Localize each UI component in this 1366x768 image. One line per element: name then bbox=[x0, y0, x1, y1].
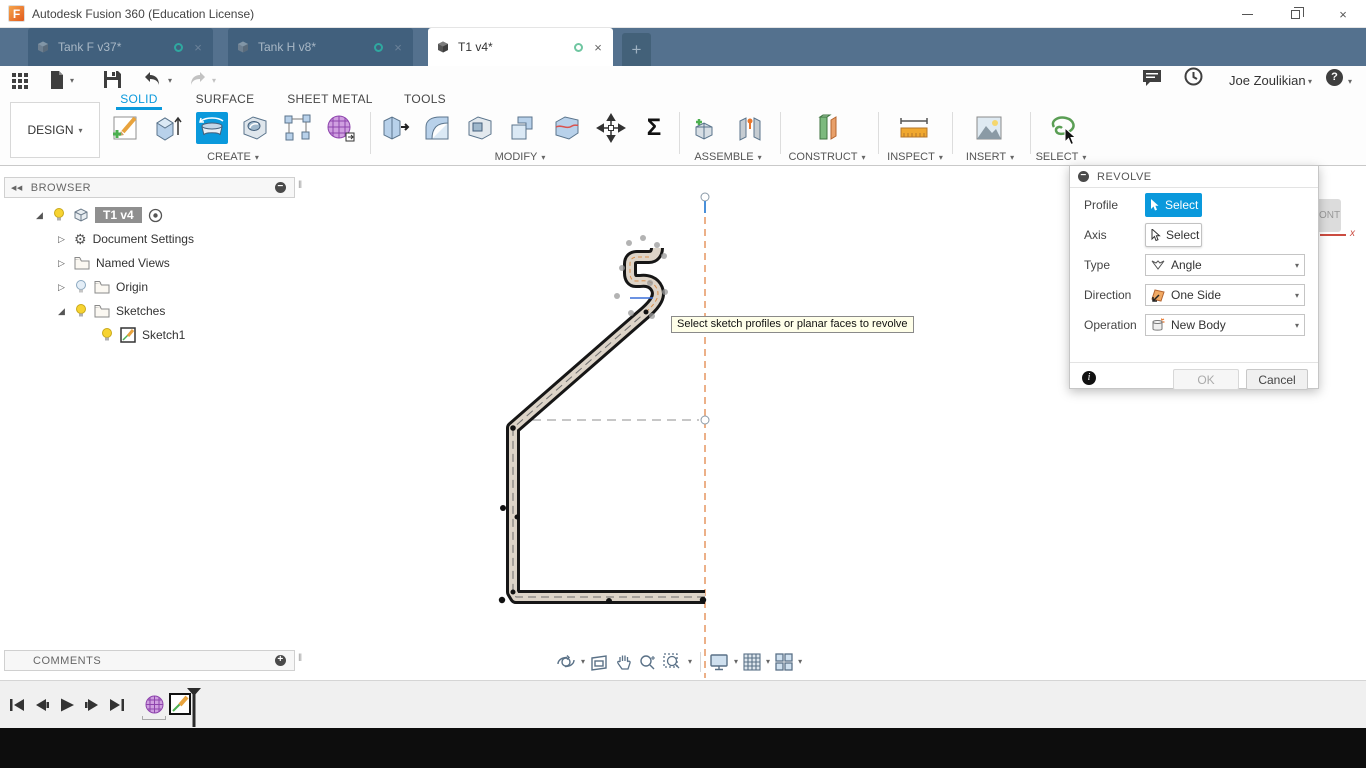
one-side-icon bbox=[1151, 288, 1165, 302]
type-label: Type bbox=[1084, 258, 1111, 272]
mouse-cursor-icon bbox=[1064, 128, 1078, 146]
viewports-icon[interactable] bbox=[775, 652, 793, 671]
tree-item-label[interactable]: Document Settings bbox=[93, 232, 194, 246]
tree-item-label[interactable]: Origin bbox=[116, 280, 148, 294]
construction-handle bbox=[700, 415, 710, 425]
twisty-collapsed-icon[interactable]: ▷ bbox=[58, 282, 68, 293]
timeline-play-button[interactable] bbox=[58, 696, 76, 714]
timeline-step-back-button[interactable] bbox=[33, 696, 51, 714]
zoom-window-caret-icon[interactable]: ▾ bbox=[688, 657, 692, 666]
tree-item-sketch1[interactable]: Sketch1 bbox=[0, 323, 194, 347]
comments-header[interactable]: COMMENTS + bbox=[4, 650, 295, 671]
ok-button[interactable]: OK bbox=[1173, 369, 1239, 390]
tree-item-origin[interactable]: ▷ Origin bbox=[0, 275, 194, 299]
direction-dropdown[interactable]: One Side ▾ bbox=[1145, 284, 1305, 306]
display-settings-icon[interactable] bbox=[709, 653, 729, 671]
new-body-icon bbox=[1152, 318, 1165, 331]
tree-item-label[interactable]: Sketches bbox=[116, 304, 165, 318]
timeline-skip-start-button[interactable] bbox=[8, 696, 26, 714]
twisty-expanded-icon[interactable]: ◢ bbox=[58, 306, 68, 317]
orbit-icon[interactable] bbox=[556, 652, 576, 672]
dialog-footer: i OK Cancel bbox=[1070, 362, 1318, 390]
pan-icon[interactable] bbox=[615, 653, 633, 671]
angle-type-icon bbox=[1151, 260, 1165, 270]
axis-label: Axis bbox=[1084, 228, 1107, 242]
look-at-icon[interactable] bbox=[590, 653, 610, 671]
navigation-bar: ▾ ▾ ▾ ▾ ▾ bbox=[556, 649, 802, 674]
twisty-collapsed-icon[interactable]: ▷ bbox=[58, 258, 68, 269]
caret-down-icon: ▾ bbox=[1294, 320, 1299, 330]
caret-down-icon: ▾ bbox=[1294, 290, 1299, 300]
viewcube-x-axis bbox=[1320, 234, 1346, 236]
operation-dropdown[interactable]: New Body ▾ bbox=[1145, 314, 1305, 336]
zoom-window-icon[interactable] bbox=[663, 652, 683, 671]
tree-item-sketches[interactable]: ◢ Sketches bbox=[0, 299, 194, 323]
profile-label: Profile bbox=[1084, 198, 1119, 212]
comments-expand-icon[interactable]: + bbox=[275, 655, 286, 666]
folder-icon bbox=[74, 257, 90, 270]
folder-icon bbox=[94, 281, 110, 294]
browser-tree: ◢ T1 v4 ▷ ⚙ Document Settings ▷ Named Vi… bbox=[0, 203, 194, 347]
settings-gear-icon: ⚙ bbox=[74, 230, 87, 247]
panel-minus-icon[interactable]: − bbox=[275, 182, 286, 193]
comments-splitter-handle[interactable]: ‖ bbox=[298, 653, 302, 664]
rollup-bracket bbox=[142, 716, 166, 720]
zoom-icon[interactable] bbox=[638, 653, 658, 671]
windows-taskbar bbox=[0, 728, 1366, 768]
panel-splitter-handle[interactable]: ‖ bbox=[298, 180, 302, 191]
cursor-icon bbox=[1151, 228, 1161, 241]
direction-label: Direction bbox=[1084, 288, 1132, 302]
profile-select-button[interactable]: Select bbox=[1145, 193, 1202, 217]
axis-top-handle bbox=[700, 192, 710, 202]
folder-icon bbox=[94, 305, 110, 318]
grid-settings-icon[interactable] bbox=[743, 652, 761, 671]
activate-radio-icon[interactable] bbox=[148, 208, 163, 223]
bulb-on-icon[interactable] bbox=[100, 327, 114, 343]
display-caret-icon[interactable]: ▾ bbox=[734, 657, 738, 666]
comments-title: COMMENTS bbox=[33, 654, 102, 667]
tree-item-document-settings[interactable]: ▷ ⚙ Document Settings bbox=[0, 227, 194, 251]
revolve-dialog: − REVOLVE Profile Select Axis Select Typ… bbox=[1069, 165, 1319, 390]
tree-item-named-views[interactable]: ▷ Named Views bbox=[0, 251, 194, 275]
tree-item-label[interactable]: Sketch1 bbox=[142, 328, 185, 342]
bulb-on-icon[interactable] bbox=[74, 303, 88, 319]
tree-item-label[interactable]: T1 v4 bbox=[95, 207, 142, 223]
viewcube-x-label: x bbox=[1350, 228, 1355, 239]
type-dropdown[interactable]: Angle ▾ bbox=[1145, 254, 1305, 276]
component-icon bbox=[74, 208, 88, 222]
dialog-collapse-icon[interactable]: − bbox=[1078, 171, 1089, 182]
grid-caret-icon[interactable]: ▾ bbox=[766, 657, 770, 666]
timeline-form-feature[interactable] bbox=[145, 695, 164, 714]
viewports-caret-icon[interactable]: ▾ bbox=[798, 657, 802, 666]
timeline-step-forward-button[interactable] bbox=[83, 696, 101, 714]
timeline-position-marker[interactable] bbox=[186, 688, 202, 728]
timeline-bar: ⚙ bbox=[0, 680, 1366, 728]
twisty-expanded-icon[interactable]: ◢ bbox=[36, 210, 46, 221]
cancel-button[interactable]: Cancel bbox=[1246, 369, 1308, 390]
browser-title: BROWSER bbox=[30, 181, 92, 194]
sketch-profile bbox=[506, 247, 705, 604]
tree-item-label[interactable]: Named Views bbox=[96, 256, 170, 270]
axis-select-button[interactable]: Select bbox=[1145, 223, 1202, 247]
viewcube[interactable]: ONT bbox=[1319, 199, 1341, 232]
info-icon[interactable]: i bbox=[1082, 371, 1096, 385]
browser-header[interactable]: ◀◀ BROWSER − bbox=[4, 177, 295, 198]
dialog-header[interactable]: − REVOLVE bbox=[1070, 166, 1318, 188]
canvas-tooltip: Select sketch profiles or planar faces t… bbox=[671, 316, 914, 333]
collapse-panel-icon[interactable]: ◀◀ bbox=[11, 184, 23, 192]
bulb-on-icon[interactable] bbox=[52, 207, 66, 223]
cursor-icon bbox=[1151, 198, 1159, 210]
bulb-off-icon[interactable] bbox=[74, 279, 88, 295]
operation-label: Operation bbox=[1084, 318, 1137, 332]
dialog-title: REVOLVE bbox=[1097, 170, 1152, 183]
twisty-collapsed-icon[interactable]: ▷ bbox=[58, 234, 68, 245]
navbar-divider bbox=[700, 651, 702, 672]
sketch-icon bbox=[120, 327, 136, 343]
tree-item-root[interactable]: ◢ T1 v4 bbox=[0, 203, 194, 227]
orbit-caret-icon[interactable]: ▾ bbox=[581, 657, 585, 666]
caret-down-icon: ▾ bbox=[1294, 260, 1299, 270]
timeline-skip-end-button[interactable] bbox=[108, 696, 126, 714]
